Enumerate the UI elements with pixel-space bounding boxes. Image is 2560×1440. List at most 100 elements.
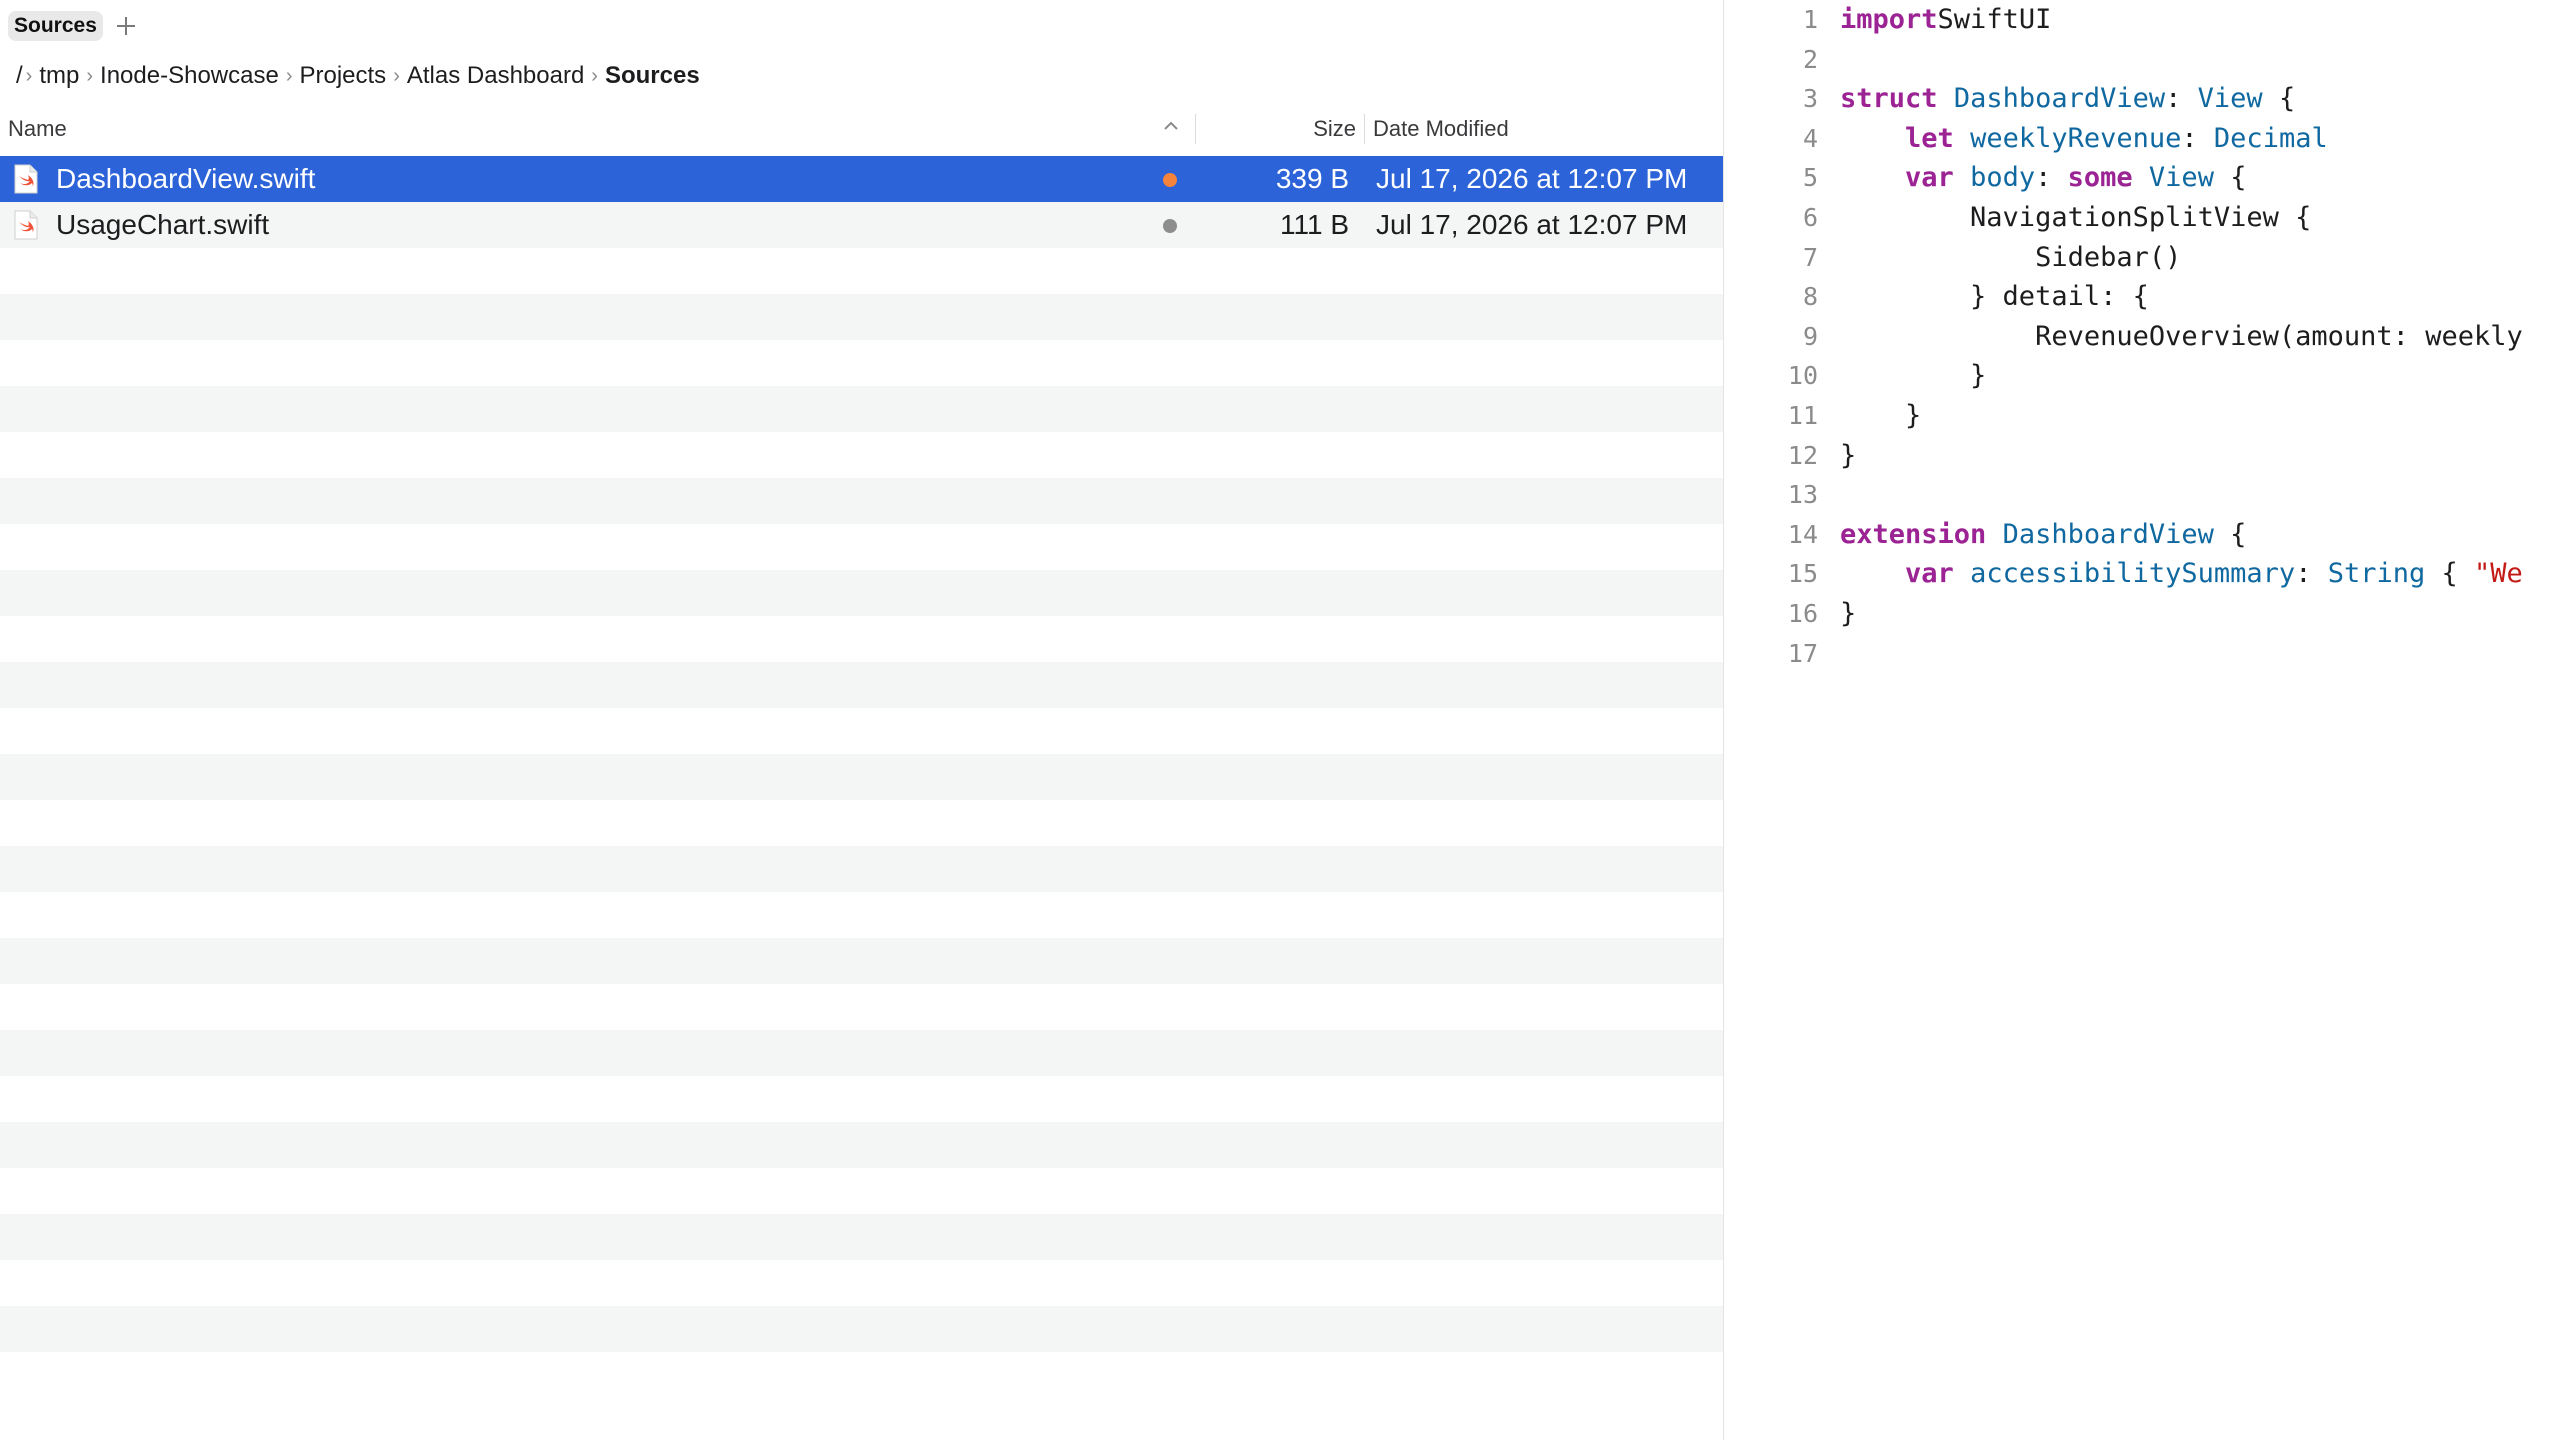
code-text: var body: some View { (1840, 158, 2246, 198)
code-token: { (2262, 83, 2296, 115)
code-line: 1 importSwiftUI (1724, 0, 2560, 40)
line-number: 6 (1802, 203, 1818, 232)
empty-row (0, 1352, 1723, 1398)
empty-row (0, 248, 1723, 294)
code-editor[interactable]: 1 importSwiftUI 2 3 struct DashboardView: Vi… (1724, 0, 2560, 1440)
file-date: Jul 17, 2026 at 12:07 PM (1376, 163, 1688, 194)
breadcrumb-item-inode-showcase[interactable]: Inode-Showcase (100, 62, 279, 90)
code-token: } detail: { (1840, 281, 2149, 313)
tab-sources[interactable]: Sources (8, 11, 103, 41)
tab-bar: Sources (0, 0, 1723, 52)
code-token: DashboardView (2002, 518, 2214, 550)
empty-row (0, 524, 1723, 570)
empty-row (0, 340, 1723, 386)
status-dot (1163, 219, 1177, 233)
code-token: body (1970, 162, 2036, 194)
chevron-right-icon: › (25, 64, 33, 87)
new-tab-button[interactable] (109, 9, 143, 43)
file-browser-pane: Sources / › tmp › Inode-Showcase › Proje… (0, 0, 1724, 1440)
code-text: } detail: { (1840, 277, 2149, 317)
line-number: 10 (1787, 361, 1818, 391)
code-token: String (2327, 558, 2426, 590)
code-token: : (2165, 83, 2198, 115)
code-text: NavigationSplitView { (1840, 198, 2311, 238)
breadcrumb-item-atlas-dashboard[interactable]: Atlas Dashboard (407, 62, 584, 90)
breadcrumb-root[interactable]: / (16, 62, 23, 90)
column-divider[interactable] (1364, 114, 1365, 144)
code-token: { (2213, 518, 2247, 550)
code-token: some (2067, 162, 2133, 194)
code-line: 14 extension DashboardView { (1724, 515, 2560, 555)
sort-ascending-icon[interactable] (1161, 116, 1181, 136)
breadcrumb-current[interactable]: Sources (605, 62, 700, 90)
code-token: : (2295, 558, 2328, 590)
empty-row (0, 1168, 1723, 1214)
code-text: } (1840, 436, 1856, 476)
empty-row (0, 478, 1723, 524)
empty-row (0, 846, 1723, 892)
empty-row (0, 1030, 1723, 1076)
line-number: 11 (1787, 401, 1818, 430)
tab-label: Sources (14, 14, 97, 37)
column-header: Name Size Date Modified (0, 106, 1723, 150)
code-token: Sidebar() (1840, 241, 2182, 273)
code-token: weeklyRevenue (1970, 122, 2182, 154)
column-header-name[interactable]: Name (8, 116, 67, 142)
code-token: : (2181, 122, 2214, 154)
code-token: View (2197, 83, 2263, 115)
code-line: 10 } (1724, 356, 2560, 396)
code-token: Decimal (2213, 122, 2328, 154)
empty-row (0, 708, 1723, 754)
column-header-date[interactable]: Date Modified (1373, 116, 1509, 142)
code-line: 13 (1724, 475, 2560, 515)
line-number: 4 (1802, 123, 1818, 153)
code-line: 6 NavigationSplitView { (1724, 198, 2560, 238)
code-token: } (1840, 360, 1987, 392)
code-text: importSwiftUI (1840, 0, 2051, 40)
code-text: } (1840, 594, 1856, 634)
code-token: DashboardView (1953, 83, 2166, 115)
code-line: 8 } detail: { (1724, 277, 2560, 317)
line-number: 13 (1787, 480, 1818, 510)
code-token: View (2148, 162, 2214, 194)
swift-file-icon (14, 164, 38, 194)
empty-row (0, 386, 1723, 432)
empty-row (0, 570, 1723, 616)
file-row-dashboardview[interactable]: DashboardView.swift 339 B Jul 17, 2026 a… (0, 156, 1723, 202)
empty-row (0, 938, 1723, 984)
column-header-size[interactable]: Size (1313, 116, 1356, 142)
breadcrumb-item-tmp[interactable]: tmp (39, 62, 79, 90)
code-token: : (2035, 162, 2068, 194)
chevron-right-icon: › (86, 64, 94, 87)
breadcrumb-item-projects[interactable]: Projects (299, 62, 386, 90)
file-size: 339 B (1275, 163, 1349, 194)
code-token: struct (1840, 83, 1938, 115)
code-token: var (1905, 558, 1954, 590)
code-line: 15 var accessibilitySummary: String { "W… (1724, 554, 2560, 594)
status-dot (1163, 173, 1177, 187)
code-text: var accessibilitySummary: String { "We (1840, 554, 2523, 594)
line-number: 5 (1802, 163, 1818, 193)
file-row-usagechart[interactable]: UsageChart.swift 111 B Jul 17, 2026 at 1… (0, 202, 1723, 248)
empty-row (0, 984, 1723, 1030)
empty-row (0, 1260, 1723, 1306)
empty-row (0, 754, 1723, 800)
chevron-right-icon: › (285, 64, 293, 87)
code-token: { (2425, 558, 2475, 590)
line-number: 8 (1802, 282, 1818, 312)
code-token: var (1905, 162, 1954, 194)
file-date: Jul 17, 2026 at 12:07 PM (1376, 209, 1688, 240)
code-token: accessibilitySummary (1970, 558, 2296, 590)
empty-row (0, 1214, 1723, 1260)
file-name: DashboardView.swift (56, 163, 316, 194)
code-text: extension DashboardView { (1840, 515, 2246, 555)
column-divider[interactable] (1195, 114, 1196, 144)
code-text: let weeklyRevenue: Decimal (1840, 119, 2328, 159)
